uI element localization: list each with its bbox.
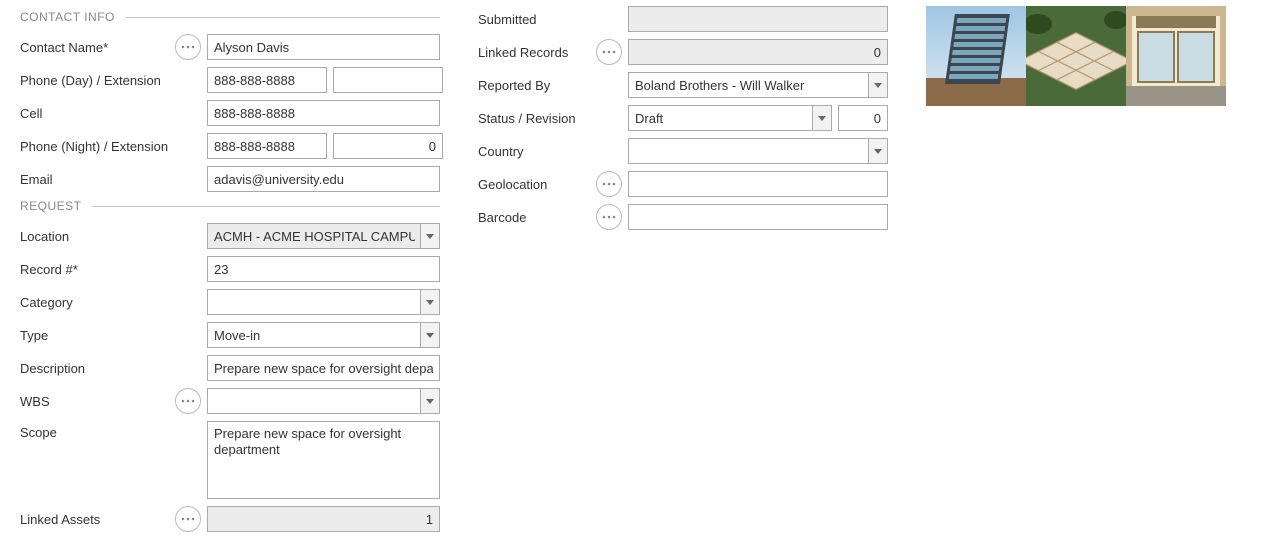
type-label: Type (20, 328, 175, 343)
wbs-select[interactable] (207, 388, 440, 414)
linked-records-label: Linked Records (478, 45, 596, 60)
status-input[interactable] (628, 105, 832, 131)
chevron-down-icon[interactable] (812, 105, 832, 131)
scope-textarea[interactable] (207, 421, 440, 499)
description-label: Description (20, 361, 175, 376)
location-label: Location (20, 229, 175, 244)
thumbnail-floorplan[interactable] (1026, 6, 1126, 106)
divider (125, 17, 440, 18)
wbs-lookup-button[interactable] (175, 388, 201, 414)
phone-night-ext-input[interactable] (333, 133, 443, 159)
country-select[interactable] (628, 138, 888, 164)
geolocation-label: Geolocation (478, 177, 596, 192)
type-select[interactable] (207, 322, 440, 348)
chevron-down-icon[interactable] (868, 72, 888, 98)
type-input[interactable] (207, 322, 440, 348)
contact-name-lookup-button[interactable] (175, 34, 201, 60)
chevron-down-icon[interactable] (420, 223, 440, 249)
request-section-title: REQUEST (20, 199, 440, 213)
revision-input[interactable] (838, 105, 888, 131)
chevron-down-icon[interactable] (868, 138, 888, 164)
geolocation-lookup-button[interactable] (596, 171, 622, 197)
submitted-label: Submitted (478, 12, 596, 27)
phone-day-input[interactable] (207, 67, 327, 93)
contact-name-input[interactable] (207, 34, 440, 60)
email-label: Email (20, 172, 175, 187)
category-select[interactable] (207, 289, 440, 315)
submitted-input (628, 6, 888, 32)
contact-info-section-title: CONTACT INFO (20, 10, 440, 24)
phone-night-input[interactable] (207, 133, 327, 159)
phone-night-label: Phone (Night) / Extension (20, 139, 175, 154)
phone-day-label: Phone (Day) / Extension (20, 73, 175, 88)
category-input[interactable] (207, 289, 440, 315)
reported-by-select[interactable] (628, 72, 888, 98)
status-label: Status / Revision (478, 111, 596, 126)
wbs-label: WBS (20, 394, 175, 409)
cell-label: Cell (20, 106, 175, 121)
linked-records-input[interactable] (628, 39, 888, 65)
linked-assets-lookup-button[interactable] (175, 506, 201, 532)
scope-label: Scope (20, 421, 175, 440)
wbs-input[interactable] (207, 388, 440, 414)
geolocation-input[interactable] (628, 171, 888, 197)
request-title-text: REQUEST (20, 199, 82, 213)
record-input[interactable] (207, 256, 440, 282)
record-label: Record #* (20, 262, 175, 277)
chevron-down-icon[interactable] (420, 322, 440, 348)
reported-by-label: Reported By (478, 78, 596, 93)
thumbnail-strip (926, 6, 1236, 106)
linked-assets-input[interactable] (207, 506, 440, 532)
linked-records-lookup-button[interactable] (596, 39, 622, 65)
email-input[interactable] (207, 166, 440, 192)
location-select[interactable] (207, 223, 440, 249)
thumbnail-storefront[interactable] (1126, 6, 1226, 106)
status-select[interactable] (628, 105, 832, 131)
cell-input[interactable] (207, 100, 440, 126)
description-input[interactable] (207, 355, 440, 381)
contact-name-label: Contact Name* (20, 40, 175, 55)
category-label: Category (20, 295, 175, 310)
reported-by-input[interactable] (628, 72, 888, 98)
barcode-lookup-button[interactable] (596, 204, 622, 230)
country-input[interactable] (628, 138, 888, 164)
chevron-down-icon[interactable] (420, 388, 440, 414)
contact-info-title-text: CONTACT INFO (20, 10, 115, 24)
linked-assets-label: Linked Assets (20, 512, 175, 527)
barcode-input[interactable] (628, 204, 888, 230)
country-label: Country (478, 144, 596, 159)
thumbnail-building[interactable] (926, 6, 1026, 106)
divider (92, 206, 440, 207)
location-input[interactable] (207, 223, 440, 249)
barcode-label: Barcode (478, 210, 596, 225)
chevron-down-icon[interactable] (420, 289, 440, 315)
phone-day-ext-input[interactable] (333, 67, 443, 93)
